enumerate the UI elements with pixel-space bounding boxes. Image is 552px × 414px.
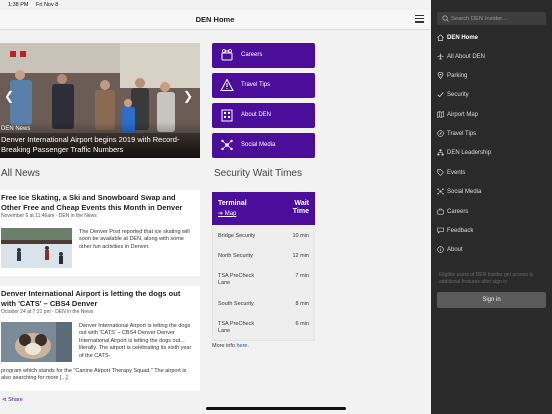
wait-time-value: 12 min [292,253,309,259]
search-input[interactable] [451,14,543,23]
warning-icon [220,78,234,91]
checkpoint-name: North Security [218,253,253,259]
news-article[interactable]: Denver International Airport is letting … [0,286,200,391]
menu-item-label: Travel Tips [447,131,477,137]
more-info-text: More info here. [212,343,250,349]
news-article-thumbnail [1,228,72,268]
wait-time-value: 7 min [295,273,309,279]
menu-item-label: Events [447,170,466,176]
status-date: Fri Nov 8 [36,2,59,8]
search-icon [442,15,449,22]
menu-item-parking[interactable]: Parking [431,67,552,86]
news-article-body-continued: program which stands for the "Canine Air… [1,368,187,382]
menu-item-label: All About DEN [447,54,486,60]
news-article-title[interactable]: Free Ice Skating, a Ski and Snowboard Sw… [1,193,197,212]
menu-item-events[interactable]: Events [431,164,552,183]
org-chart-icon [437,149,444,156]
all-news-heading: All News [1,168,40,179]
menu-item-all-about-den[interactable]: All About DEN [431,48,552,67]
hero-headline[interactable]: Denver International Airport begins 2019… [1,135,197,154]
side-drawer: DEN Home All About DEN Parking Security … [431,0,552,414]
news-article-body: Denver International Airport is letting … [79,323,192,359]
share-label: Share [8,397,23,403]
menu-item-label: Feedback [447,228,474,234]
careers-button[interactable]: Careers [212,43,315,68]
menu-item-label: Security [447,92,469,98]
app-header: DEN Home [0,10,430,30]
hero-carousel[interactable]: ❮ ❯ DEN News Denver International Airpor… [0,43,200,158]
travel-tips-button-label: Travel Tips [241,82,271,88]
menu-item-security[interactable]: Security [431,86,552,105]
compass-icon [437,130,444,137]
map-icon [437,111,444,118]
news-article-body: The Denver Post reported that ice skatin… [79,229,190,250]
terminal-column-header: Terminal [218,200,247,207]
carousel-prev-icon[interactable]: ❮ [4,89,14,103]
about-den-button-label: About DEN [241,112,272,118]
menu-item-label: Parking [447,73,468,79]
checkpoint-name: TSA PreCheck Lane [218,321,255,334]
menu-item-travel-tips[interactable]: Travel Tips [431,125,552,144]
wait-times-heading: Security Wait Times [214,168,302,179]
social-media-button-label: Social Media [241,142,276,148]
wait-time-value: 6 min [295,321,309,327]
careers-icon [221,49,233,61]
social-media-button[interactable]: Social Media [212,133,315,158]
menu-item-den-leadership[interactable]: DEN Leadership [431,144,552,163]
menu-item-label: DEN Leadership [447,150,492,156]
wait-time-value: 8 min [295,301,309,307]
wait-time-column-header: Wait Time [292,200,309,215]
location-pin-icon [437,72,444,79]
news-article-meta: October 24 at 7:21 pm · DEN in the News [1,309,94,315]
wait-times-table-header: Terminal ➔ Map Wait Time [212,192,315,225]
sign-in-button[interactable]: Sign in [437,292,546,308]
checkpoint-name: South Security [218,301,254,307]
menu-item-label: Airport Map [447,112,479,118]
menu-item-label: Careers [447,209,469,215]
about-den-button[interactable]: About DEN [212,103,315,128]
social-network-icon [437,188,444,195]
more-info-link[interactable]: here. [236,343,249,349]
menu-item-airport-map[interactable]: Airport Map [431,106,552,125]
chat-bubble-icon [437,227,444,234]
status-time: 1:38 PM [8,2,29,8]
careers-button-label: Careers [241,52,263,58]
menu-item-label: Social Media [447,189,482,195]
home-icon [437,34,444,41]
news-article[interactable]: Free Ice Skating, a Ski and Snowboard Sw… [0,190,200,276]
share-icon: ⊲ [2,397,7,403]
wait-time-value: 10 min [292,233,309,239]
menu-item-label: DEN Home [447,35,479,41]
menu-item-about[interactable]: About [431,241,552,260]
map-link[interactable]: ➔ Map [218,210,236,217]
travel-tips-button[interactable]: Travel Tips [212,73,315,98]
hamburger-menu-icon[interactable] [415,15,424,23]
carousel-next-icon[interactable]: ❯ [183,89,193,103]
building-icon [221,109,233,122]
menu-item-social-media[interactable]: Social Media [431,183,552,202]
menu-item-den-home[interactable]: DEN Home [431,29,552,48]
menu-item-careers[interactable]: Careers [431,203,552,222]
news-article-meta: November 6 at 11:46am · DEN in the News [1,213,97,219]
signin-note: Eligible users of DEN Insider get access… [439,272,534,285]
status-bar: 1:38 PM Fri Nov 8 [0,0,430,10]
social-network-icon [221,139,233,151]
menu-item-feedback[interactable]: Feedback [431,222,552,241]
share-button[interactable]: ⊲ Share [2,397,23,403]
tag-icon [437,169,444,176]
info-icon [437,246,444,253]
home-indicator[interactable] [206,407,346,410]
checkpoint-name: Bridge Security [218,233,256,239]
plane-icon [437,53,444,60]
menu-item-label: About [447,247,463,253]
news-article-title[interactable]: Denver International Airport is letting … [1,289,197,308]
checkpoint-name: TSA PreCheck Lane [218,273,255,286]
briefcase-icon [437,208,444,215]
hero-tag: DEN News [1,126,31,132]
news-article-thumbnail [1,322,72,362]
search-box[interactable] [437,12,546,25]
page-title: DEN Home [195,15,235,24]
checkmark-icon [437,92,444,98]
